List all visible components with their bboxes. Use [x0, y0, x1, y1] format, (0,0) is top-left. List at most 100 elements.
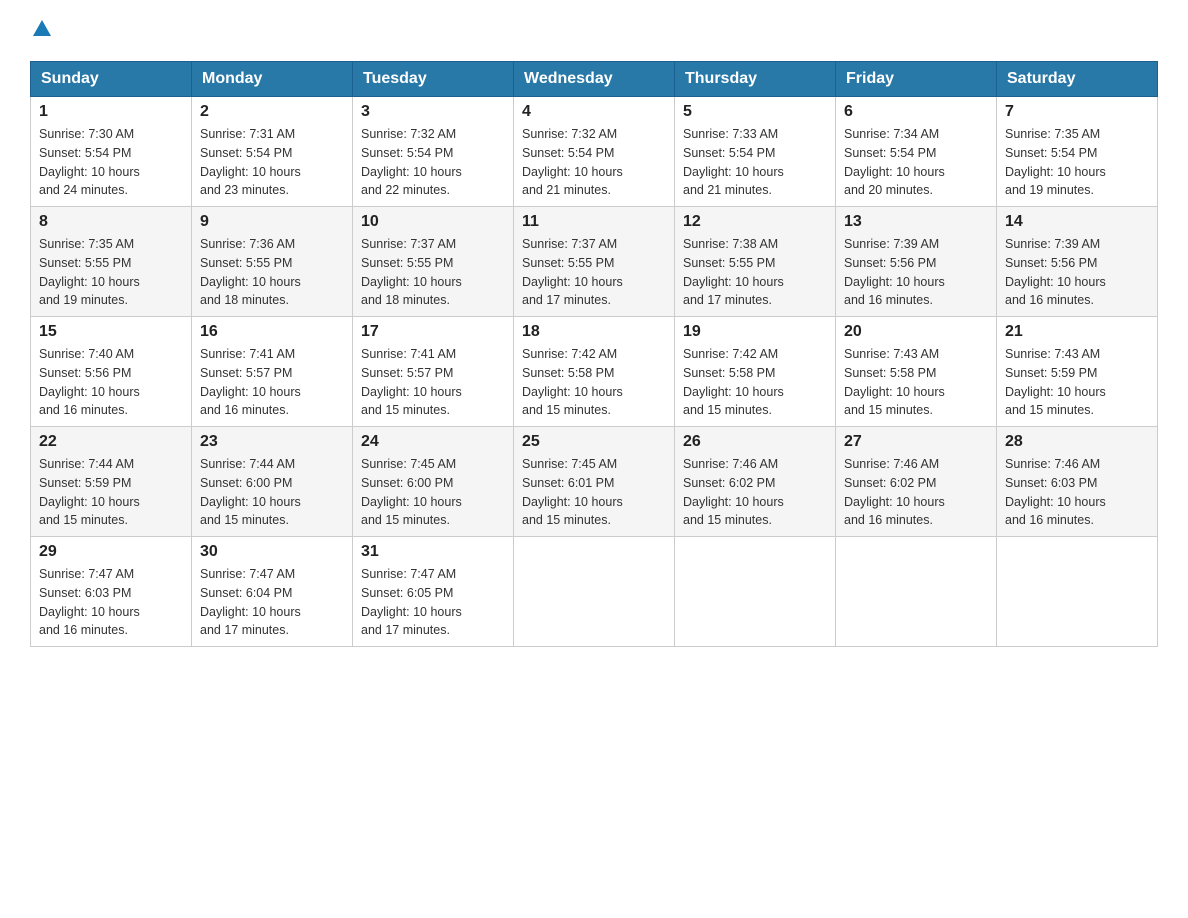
calendar-cell: 19 Sunrise: 7:42 AM Sunset: 5:58 PM Dayl… [675, 317, 836, 427]
day-number: 24 [361, 433, 505, 451]
calendar-cell: 3 Sunrise: 7:32 AM Sunset: 5:54 PM Dayli… [353, 97, 514, 207]
day-number: 25 [522, 433, 666, 451]
day-number: 22 [39, 433, 183, 451]
calendar-week-row: 22 Sunrise: 7:44 AM Sunset: 5:59 PM Dayl… [31, 427, 1158, 537]
day-info: Sunrise: 7:43 AM Sunset: 5:59 PM Dayligh… [1005, 347, 1106, 417]
day-of-week-header: Monday [192, 62, 353, 97]
calendar-cell: 30 Sunrise: 7:47 AM Sunset: 6:04 PM Dayl… [192, 537, 353, 647]
day-info: Sunrise: 7:36 AM Sunset: 5:55 PM Dayligh… [200, 237, 301, 307]
calendar-cell: 9 Sunrise: 7:36 AM Sunset: 5:55 PM Dayli… [192, 207, 353, 317]
day-info: Sunrise: 7:35 AM Sunset: 5:55 PM Dayligh… [39, 237, 140, 307]
day-number: 4 [522, 103, 666, 121]
calendar-cell: 7 Sunrise: 7:35 AM Sunset: 5:54 PM Dayli… [997, 97, 1158, 207]
calendar-cell: 27 Sunrise: 7:46 AM Sunset: 6:02 PM Dayl… [836, 427, 997, 537]
calendar-cell: 1 Sunrise: 7:30 AM Sunset: 5:54 PM Dayli… [31, 97, 192, 207]
day-info: Sunrise: 7:42 AM Sunset: 5:58 PM Dayligh… [683, 347, 784, 417]
calendar-cell [997, 537, 1158, 647]
day-number: 10 [361, 213, 505, 231]
day-number: 7 [1005, 103, 1149, 121]
calendar-week-row: 29 Sunrise: 7:47 AM Sunset: 6:03 PM Dayl… [31, 537, 1158, 647]
day-number: 21 [1005, 323, 1149, 341]
day-number: 14 [1005, 213, 1149, 231]
day-number: 2 [200, 103, 344, 121]
day-info: Sunrise: 7:35 AM Sunset: 5:54 PM Dayligh… [1005, 127, 1106, 197]
day-of-week-header: Friday [836, 62, 997, 97]
day-of-week-header: Thursday [675, 62, 836, 97]
day-info: Sunrise: 7:39 AM Sunset: 5:56 PM Dayligh… [844, 237, 945, 307]
day-info: Sunrise: 7:42 AM Sunset: 5:58 PM Dayligh… [522, 347, 623, 417]
calendar-cell: 16 Sunrise: 7:41 AM Sunset: 5:57 PM Dayl… [192, 317, 353, 427]
page-header [30, 20, 1158, 41]
day-info: Sunrise: 7:32 AM Sunset: 5:54 PM Dayligh… [522, 127, 623, 197]
calendar-cell: 18 Sunrise: 7:42 AM Sunset: 5:58 PM Dayl… [514, 317, 675, 427]
calendar-cell [836, 537, 997, 647]
day-number: 11 [522, 213, 666, 231]
day-info: Sunrise: 7:33 AM Sunset: 5:54 PM Dayligh… [683, 127, 784, 197]
day-number: 18 [522, 323, 666, 341]
calendar-cell: 5 Sunrise: 7:33 AM Sunset: 5:54 PM Dayli… [675, 97, 836, 207]
calendar-cell: 31 Sunrise: 7:47 AM Sunset: 6:05 PM Dayl… [353, 537, 514, 647]
day-info: Sunrise: 7:43 AM Sunset: 5:58 PM Dayligh… [844, 347, 945, 417]
day-info: Sunrise: 7:41 AM Sunset: 5:57 PM Dayligh… [200, 347, 301, 417]
day-info: Sunrise: 7:47 AM Sunset: 6:04 PM Dayligh… [200, 567, 301, 637]
calendar-cell: 21 Sunrise: 7:43 AM Sunset: 5:59 PM Dayl… [997, 317, 1158, 427]
calendar-cell: 14 Sunrise: 7:39 AM Sunset: 5:56 PM Dayl… [997, 207, 1158, 317]
calendar-cell: 26 Sunrise: 7:46 AM Sunset: 6:02 PM Dayl… [675, 427, 836, 537]
day-info: Sunrise: 7:38 AM Sunset: 5:55 PM Dayligh… [683, 237, 784, 307]
calendar-cell: 4 Sunrise: 7:32 AM Sunset: 5:54 PM Dayli… [514, 97, 675, 207]
day-number: 3 [361, 103, 505, 121]
day-info: Sunrise: 7:34 AM Sunset: 5:54 PM Dayligh… [844, 127, 945, 197]
day-info: Sunrise: 7:45 AM Sunset: 6:01 PM Dayligh… [522, 457, 623, 527]
day-number: 23 [200, 433, 344, 451]
calendar-cell: 12 Sunrise: 7:38 AM Sunset: 5:55 PM Dayl… [675, 207, 836, 317]
day-number: 1 [39, 103, 183, 121]
day-number: 5 [683, 103, 827, 121]
day-info: Sunrise: 7:39 AM Sunset: 5:56 PM Dayligh… [1005, 237, 1106, 307]
day-info: Sunrise: 7:37 AM Sunset: 5:55 PM Dayligh… [361, 237, 462, 307]
day-info: Sunrise: 7:32 AM Sunset: 5:54 PM Dayligh… [361, 127, 462, 197]
calendar-cell: 20 Sunrise: 7:43 AM Sunset: 5:58 PM Dayl… [836, 317, 997, 427]
day-info: Sunrise: 7:44 AM Sunset: 5:59 PM Dayligh… [39, 457, 140, 527]
calendar-cell [514, 537, 675, 647]
day-of-week-header: Saturday [997, 62, 1158, 97]
day-number: 9 [200, 213, 344, 231]
day-number: 28 [1005, 433, 1149, 451]
calendar-cell: 2 Sunrise: 7:31 AM Sunset: 5:54 PM Dayli… [192, 97, 353, 207]
calendar-table: SundayMondayTuesdayWednesdayThursdayFrid… [30, 61, 1158, 647]
day-number: 26 [683, 433, 827, 451]
day-of-week-header: Wednesday [514, 62, 675, 97]
day-info: Sunrise: 7:46 AM Sunset: 6:02 PM Dayligh… [844, 457, 945, 527]
calendar-cell: 13 Sunrise: 7:39 AM Sunset: 5:56 PM Dayl… [836, 207, 997, 317]
logo-triangle-icon [33, 20, 51, 41]
day-info: Sunrise: 7:30 AM Sunset: 5:54 PM Dayligh… [39, 127, 140, 197]
day-number: 17 [361, 323, 505, 341]
calendar-cell: 23 Sunrise: 7:44 AM Sunset: 6:00 PM Dayl… [192, 427, 353, 537]
day-info: Sunrise: 7:31 AM Sunset: 5:54 PM Dayligh… [200, 127, 301, 197]
calendar-week-row: 8 Sunrise: 7:35 AM Sunset: 5:55 PM Dayli… [31, 207, 1158, 317]
day-number: 12 [683, 213, 827, 231]
calendar-cell: 22 Sunrise: 7:44 AM Sunset: 5:59 PM Dayl… [31, 427, 192, 537]
calendar-cell: 8 Sunrise: 7:35 AM Sunset: 5:55 PM Dayli… [31, 207, 192, 317]
day-number: 29 [39, 543, 183, 561]
calendar-cell: 15 Sunrise: 7:40 AM Sunset: 5:56 PM Dayl… [31, 317, 192, 427]
day-info: Sunrise: 7:47 AM Sunset: 6:05 PM Dayligh… [361, 567, 462, 637]
day-number: 30 [200, 543, 344, 561]
day-number: 19 [683, 323, 827, 341]
day-of-week-header: Sunday [31, 62, 192, 97]
day-info: Sunrise: 7:44 AM Sunset: 6:00 PM Dayligh… [200, 457, 301, 527]
calendar-week-row: 1 Sunrise: 7:30 AM Sunset: 5:54 PM Dayli… [31, 97, 1158, 207]
calendar-cell: 17 Sunrise: 7:41 AM Sunset: 5:57 PM Dayl… [353, 317, 514, 427]
calendar-cell: 24 Sunrise: 7:45 AM Sunset: 6:00 PM Dayl… [353, 427, 514, 537]
day-number: 15 [39, 323, 183, 341]
calendar-cell: 11 Sunrise: 7:37 AM Sunset: 5:55 PM Dayl… [514, 207, 675, 317]
day-info: Sunrise: 7:41 AM Sunset: 5:57 PM Dayligh… [361, 347, 462, 417]
day-info: Sunrise: 7:46 AM Sunset: 6:02 PM Dayligh… [683, 457, 784, 527]
day-info: Sunrise: 7:46 AM Sunset: 6:03 PM Dayligh… [1005, 457, 1106, 527]
day-number: 8 [39, 213, 183, 231]
day-number: 16 [200, 323, 344, 341]
day-info: Sunrise: 7:40 AM Sunset: 5:56 PM Dayligh… [39, 347, 140, 417]
calendar-cell: 10 Sunrise: 7:37 AM Sunset: 5:55 PM Dayl… [353, 207, 514, 317]
logo [30, 20, 51, 41]
calendar-week-row: 15 Sunrise: 7:40 AM Sunset: 5:56 PM Dayl… [31, 317, 1158, 427]
day-info: Sunrise: 7:47 AM Sunset: 6:03 PM Dayligh… [39, 567, 140, 637]
